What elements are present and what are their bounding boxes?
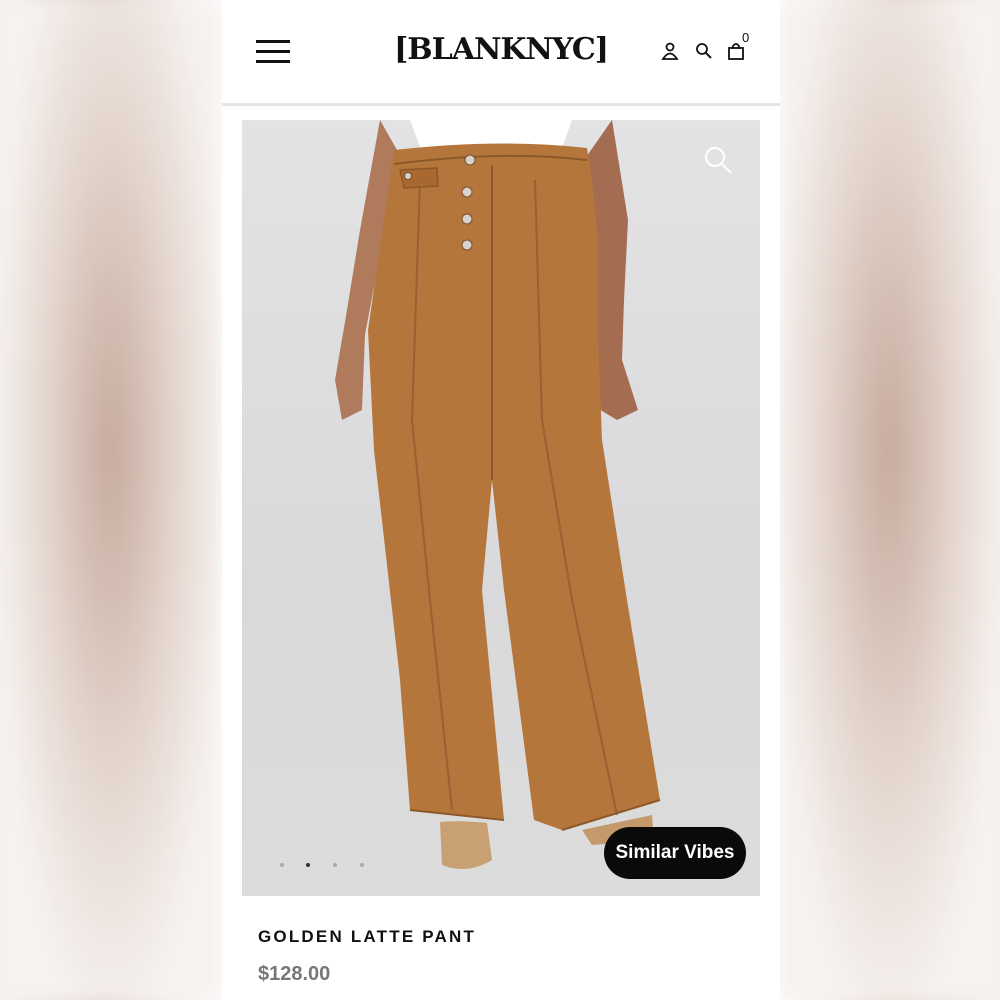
zoom-icon[interactable]	[702, 144, 734, 176]
gallery-dot[interactable]	[360, 863, 364, 867]
site-header: [BLANKNYC] 0	[222, 0, 780, 106]
left-shoe	[440, 821, 492, 869]
mobile-page: [BLANKNYC] 0 Similar Vibes GOLDEN LATTE …	[222, 0, 780, 1000]
cart-count-badge: 0	[742, 30, 750, 45]
product-image[interactable]: Similar Vibes	[242, 120, 760, 896]
similar-vibes-button[interactable]: Similar Vibes	[604, 827, 746, 879]
gallery-dot-active[interactable]	[306, 863, 310, 867]
product-title: GOLDEN LATTE PANT	[258, 927, 477, 946]
search-icon[interactable]	[693, 40, 715, 62]
blurred-background-left	[0, 0, 222, 1000]
gallery-dot[interactable]	[333, 863, 337, 867]
gallery-dot[interactable]	[280, 863, 284, 867]
product-price: $128.00	[258, 963, 331, 985]
pants-photo	[335, 120, 661, 869]
account-icon[interactable]	[659, 40, 681, 62]
gallery-dots	[280, 863, 370, 871]
blurred-background-right	[778, 0, 1000, 1000]
